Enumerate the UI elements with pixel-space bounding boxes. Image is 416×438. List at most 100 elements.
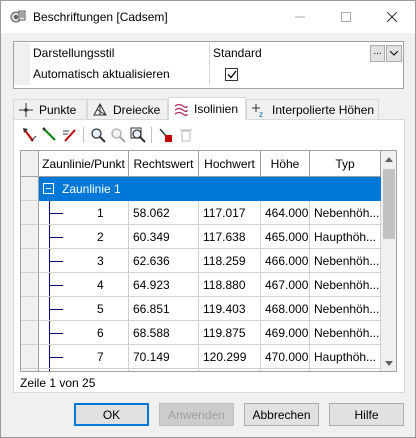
column-header-hochwert[interactable]: Hochwert (199, 151, 261, 177)
minimize-button[interactable] (277, 1, 323, 33)
cell-typ[interactable]: Haupthöh... (310, 345, 381, 369)
column-header-zaunlinie[interactable]: Zaunlinie/Punkt (39, 151, 129, 177)
point-id-cell[interactable]: 4 (39, 273, 129, 297)
row-header[interactable] (21, 201, 39, 225)
tab-label: Interpolierte Höhen (272, 102, 375, 117)
table-row[interactable]: 7 70.149 120.299 470.000 Haupthöh... (21, 345, 381, 369)
draw-line-button[interactable] (41, 126, 59, 144)
cell-hoehe[interactable]: 471.000 (261, 369, 310, 371)
app-icon (10, 9, 26, 25)
cell-typ[interactable]: Nebenhöh... (310, 369, 381, 371)
apply-button[interactable]: Anwenden (159, 403, 234, 426)
help-button[interactable]: Hilfe (329, 403, 404, 426)
cell-hoehe[interactable]: 467.000 (261, 273, 310, 297)
ok-button[interactable]: OK (74, 403, 149, 426)
cell-hoch[interactable]: 120.723 (199, 369, 261, 371)
row-header[interactable] (21, 273, 39, 297)
point-id-cell[interactable]: 7 (39, 345, 129, 369)
property-row-auto-update[interactable]: Automatisch aktualisieren (14, 64, 403, 85)
cell-rechts[interactable]: 66.851 (129, 297, 199, 321)
dropdown-button[interactable] (386, 45, 402, 62)
cell-typ[interactable]: Nebenhöh... (310, 273, 381, 297)
point-id-cell[interactable]: 2 (39, 225, 129, 249)
cell-hoch[interactable]: 120.299 (199, 345, 261, 369)
table-row[interactable]: 3 62.636 118.259 466.000 Nebenhöh... (21, 249, 381, 273)
point-id-cell[interactable]: 3 (39, 249, 129, 273)
collapse-icon[interactable] (43, 183, 54, 194)
cell-hoch[interactable]: 118.880 (199, 273, 261, 297)
cell-hoehe[interactable]: 464.000 (261, 201, 310, 225)
point-id-cell[interactable]: 8 (39, 369, 129, 371)
zoom-previous-button[interactable] (109, 126, 127, 144)
cell-hoehe[interactable]: 468.000 (261, 297, 310, 321)
cell-typ[interactable]: Nebenhöh... (310, 201, 381, 225)
maximize-button[interactable] (323, 1, 369, 33)
table-row[interactable]: 5 66.851 119.403 468.000 Nebenhöh... (21, 297, 381, 321)
cell-hoch[interactable]: 119.875 (199, 321, 261, 345)
property-value[interactable]: Standard (213, 46, 262, 60)
close-button[interactable] (369, 1, 415, 33)
table-group-row[interactable]: Zaunlinie 1 (21, 177, 381, 201)
point-id-cell[interactable]: 1 (39, 201, 129, 225)
row-header[interactable] (21, 249, 39, 273)
zoom-extents-button[interactable] (129, 126, 147, 144)
cell-rechts[interactable]: 64.923 (129, 273, 199, 297)
cancel-button[interactable]: Abbrechen (244, 403, 319, 426)
cell-hoch[interactable]: 118.259 (199, 249, 261, 273)
cell-hoehe[interactable]: 465.000 (261, 225, 310, 249)
row-header[interactable] (21, 297, 39, 321)
row-header[interactable] (21, 177, 39, 201)
tab-punkte[interactable]: Punkte (13, 99, 87, 119)
cell-hoch[interactable]: 117.638 (199, 225, 261, 249)
zoom-button[interactable] (89, 126, 107, 144)
scroll-thumb[interactable] (383, 169, 395, 239)
edit-label-button[interactable] (61, 126, 79, 144)
table-row[interactable]: 8 71.709120.723471.000Nebenhöh... (21, 369, 381, 371)
vertical-scrollbar[interactable] (381, 151, 396, 371)
cell-rechts[interactable]: 68.588 (129, 321, 199, 345)
delete-label-button[interactable] (157, 126, 175, 144)
row-header[interactable] (21, 369, 39, 371)
column-header-hoehe[interactable]: Höhe (261, 151, 310, 177)
table-row[interactable]: 1 58.062 117.017 464.000 Nebenhöh... (21, 201, 381, 225)
label-table[interactable]: Zaunlinie/Punkt Rechtswert Hochwert Höhe… (20, 150, 397, 372)
title-bar[interactable]: Beschriftungen [Cadsem] (1, 1, 415, 33)
column-header-typ[interactable]: Typ (310, 151, 381, 177)
row-header[interactable] (21, 225, 39, 249)
cell-typ[interactable]: Nebenhöh... (310, 249, 381, 273)
cell-hoehe[interactable]: 466.000 (261, 249, 310, 273)
tab-dreiecke[interactable]: Dreiecke (87, 99, 168, 119)
auto-update-checkbox[interactable] (225, 68, 238, 81)
cell-rechts[interactable]: 62.636 (129, 249, 199, 273)
toolbar-separator (83, 127, 84, 143)
group-cell[interactable]: Zaunlinie 1 (39, 177, 129, 201)
table-row[interactable]: 4 64.923 118.880 467.000 Nebenhöh... (21, 273, 381, 297)
delete-all-button[interactable] (177, 126, 195, 144)
point-id-cell[interactable]: 6 (39, 321, 129, 345)
cell-rechts[interactable]: 70.149 (129, 345, 199, 369)
cell-hoehe[interactable]: 470.000 (261, 345, 310, 369)
tab-interpolierte-hoehen[interactable]: z Interpolierte Höhen (246, 99, 379, 119)
tree-connector-line (49, 285, 63, 286)
row-header[interactable] (21, 321, 39, 345)
cell-rechts[interactable]: 60.349 (129, 225, 199, 249)
scroll-down-button[interactable] (381, 355, 396, 371)
cell-hoch[interactable]: 117.017 (199, 201, 261, 225)
cell-hoehe[interactable]: 469.000 (261, 321, 310, 345)
cell-typ[interactable]: Haupthöh... (310, 225, 381, 249)
column-header-rechtswert[interactable]: Rechtswert (129, 151, 199, 177)
table-row[interactable]: 2 60.349 117.638 465.000 Haupthöh... (21, 225, 381, 249)
cell-rechts[interactable]: 58.062 (129, 201, 199, 225)
point-id-cell[interactable]: 5 (39, 297, 129, 321)
tab-isolinien[interactable]: Isolinien (168, 97, 246, 120)
row-header[interactable] (21, 345, 39, 369)
scroll-up-button[interactable] (381, 151, 396, 167)
property-row-darstellungsstil[interactable]: Darstellungsstil Standard ... (14, 43, 403, 64)
select-tool-button[interactable] (21, 126, 39, 144)
table-row[interactable]: 6 68.588 119.875 469.000 Nebenhöh... (21, 321, 381, 345)
cell-hoch[interactable]: 119.403 (199, 297, 261, 321)
cell-typ[interactable]: Nebenhöh... (310, 321, 381, 345)
cell-rechts[interactable]: 71.709 (129, 369, 199, 371)
cell-typ[interactable]: Nebenhöh... (310, 297, 381, 321)
ellipsis-button[interactable]: ... (370, 45, 385, 62)
